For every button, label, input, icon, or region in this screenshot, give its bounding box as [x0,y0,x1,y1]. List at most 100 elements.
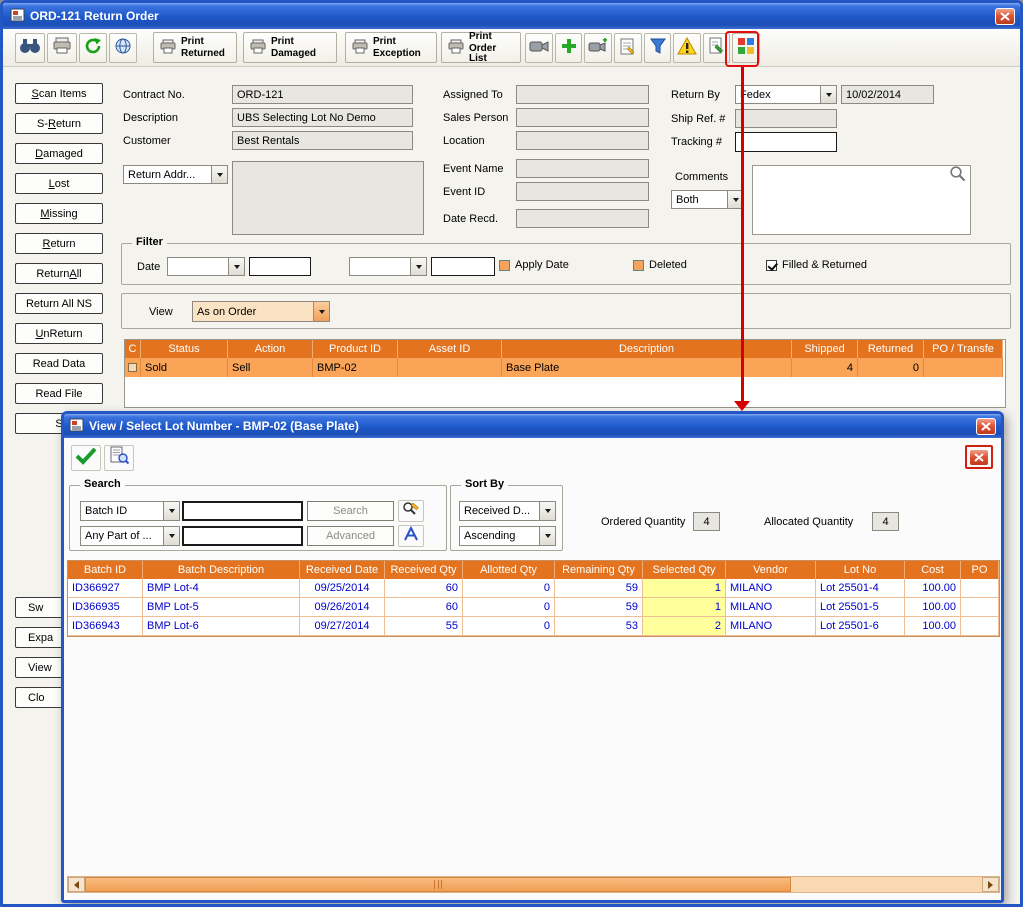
advanced-search-icon-button[interactable] [398,525,424,547]
advanced-search-input[interactable] [182,526,303,546]
lot-cell[interactable]: 0 [463,617,555,636]
chevron-down-icon[interactable] [211,166,227,183]
lot-cell[interactable]: MILANO [726,598,816,617]
lot-cell[interactable]: 53 [555,617,643,636]
order-row-select-cell[interactable] [125,358,141,377]
print-order-list-button[interactable]: PrintOrder List [441,32,521,63]
lot-col-batch-id[interactable]: Batch ID [68,561,143,579]
camera-button[interactable] [525,33,553,63]
lot-col-allotted-qty[interactable]: Allotted Qty [463,561,555,579]
lot-col-received-date[interactable]: Received Date [300,561,385,579]
lot-col-remaining-qty[interactable]: Remaining Qty [555,561,643,579]
lot-cell[interactable]: BMP Lot-6 [143,617,300,636]
refresh-button[interactable] [79,33,107,63]
order-col-action[interactable]: Action [228,340,313,358]
preview-button[interactable] [104,445,134,471]
unreturn-button[interactable]: UnReturn [15,323,103,344]
find-button[interactable] [15,33,45,63]
search-button[interactable]: Search [307,501,394,521]
scroll-left-button[interactable] [68,877,85,892]
order-col-description[interactable]: Description [502,340,792,358]
lot-cell[interactable]: 09/25/2014 [300,579,385,598]
print-damaged-button[interactable]: PrintDamaged [243,32,337,63]
tracking-field[interactable] [735,132,837,152]
lot-cell[interactable]: 09/27/2014 [300,617,385,636]
order-cell-shipped[interactable]: 4 [792,358,858,377]
chevron-down-icon[interactable] [163,502,179,520]
lot-cell[interactable]: ID366943 [68,617,143,636]
filter-date-input-2[interactable] [431,257,495,276]
lot-cell-selected-qty[interactable]: 1 [643,579,726,598]
order-col-status[interactable]: Status [141,340,228,358]
lot-cell[interactable]: ID366927 [68,579,143,598]
order-col-returned[interactable]: Returned [858,340,924,358]
order-cell-returned[interactable]: 0 [858,358,924,377]
event-id-field[interactable] [516,182,649,201]
horizontal-scrollbar[interactable] [67,876,1000,893]
chevron-down-icon[interactable] [410,258,426,275]
world-clock-button[interactable] [109,33,137,63]
return-addr-combo[interactable]: Return Addr... [123,165,228,184]
exceptions-button[interactable] [673,33,701,63]
search-edit-button[interactable] [398,500,424,522]
view-combo[interactable]: As on Order [192,301,330,322]
search-mode-combo[interactable]: Any Part of ... [80,526,180,546]
lot-cell[interactable]: MILANO [726,617,816,636]
lot-cell[interactable]: 100.00 [905,598,961,617]
lot-cell-selected-qty[interactable]: 2 [643,617,726,636]
return-all-button[interactable]: Return All [15,263,103,284]
filter-date-input-1[interactable] [249,257,311,276]
order-cell-asset-id[interactable] [398,358,502,377]
lot-cell[interactable]: 59 [555,598,643,617]
ship-ref-field[interactable] [735,109,837,128]
accept-button[interactable] [71,445,101,471]
lot-cell[interactable]: Lot 25501-6 [816,617,905,636]
order-col-po-transfer[interactable]: PO / Transfe [924,340,1003,358]
order-col-c[interactable]: C [125,340,141,358]
lot-cell[interactable]: ID366935 [68,598,143,617]
return-addr-textarea[interactable] [232,161,424,235]
contract-no-field[interactable]: ORD-121 [232,85,413,104]
return-button[interactable]: Return [15,233,103,254]
order-cell-status[interactable]: Sold [141,358,228,377]
lot-cell[interactable] [961,598,999,617]
chevron-down-icon[interactable] [228,258,244,275]
search-field-combo[interactable]: Batch ID [80,501,180,521]
return-all-ns-button[interactable]: Return All NS [15,293,103,314]
order-col-asset-id[interactable]: Asset ID [398,340,502,358]
assigned-to-field[interactable] [516,85,649,104]
chevron-down-icon[interactable] [820,86,836,103]
date-recd-field[interactable] [516,209,649,228]
magnifier-icon[interactable] [949,165,966,187]
print-returned-button[interactable]: PrintReturned [153,32,237,63]
s-return-button[interactable]: S-Return [15,113,103,134]
sales-person-field[interactable] [516,108,649,127]
filter-button[interactable] [644,33,671,63]
lot-col-vendor[interactable]: Vendor [726,561,816,579]
comments-mode-combo[interactable]: Both [671,190,744,209]
camera-add-button[interactable] [584,33,612,63]
scrollbar-thumb[interactable] [85,877,791,892]
scroll-right-button[interactable] [982,877,999,892]
order-cell-po-transfer[interactable] [924,358,1003,377]
filter-date-combo-1[interactable] [167,257,245,276]
order-col-shipped[interactable]: Shipped [792,340,858,358]
print-button[interactable] [47,33,77,63]
add-button[interactable] [555,33,582,63]
scan-items-button[interactable]: Scan Items [15,83,103,104]
lot-col-batch-description[interactable]: Batch Description [143,561,300,579]
lot-cell[interactable]: 55 [385,617,463,636]
read-file-button[interactable]: Read File [15,383,103,404]
sort-direction-combo[interactable]: Ascending [459,526,556,546]
order-cell-action[interactable]: Sell [228,358,313,377]
chevron-down-icon[interactable] [539,502,555,520]
read-data-button[interactable]: Read Data [15,353,103,374]
chevron-down-icon[interactable] [539,527,555,545]
event-name-field[interactable] [516,159,649,178]
lot-cell[interactable] [961,579,999,598]
filter-date-combo-2[interactable] [349,257,427,276]
lot-col-lot-no[interactable]: Lot No [816,561,905,579]
lot-cell[interactable]: 100.00 [905,617,961,636]
lot-col-po[interactable]: PO [961,561,999,579]
customer-field[interactable]: Best Rentals [232,131,413,150]
